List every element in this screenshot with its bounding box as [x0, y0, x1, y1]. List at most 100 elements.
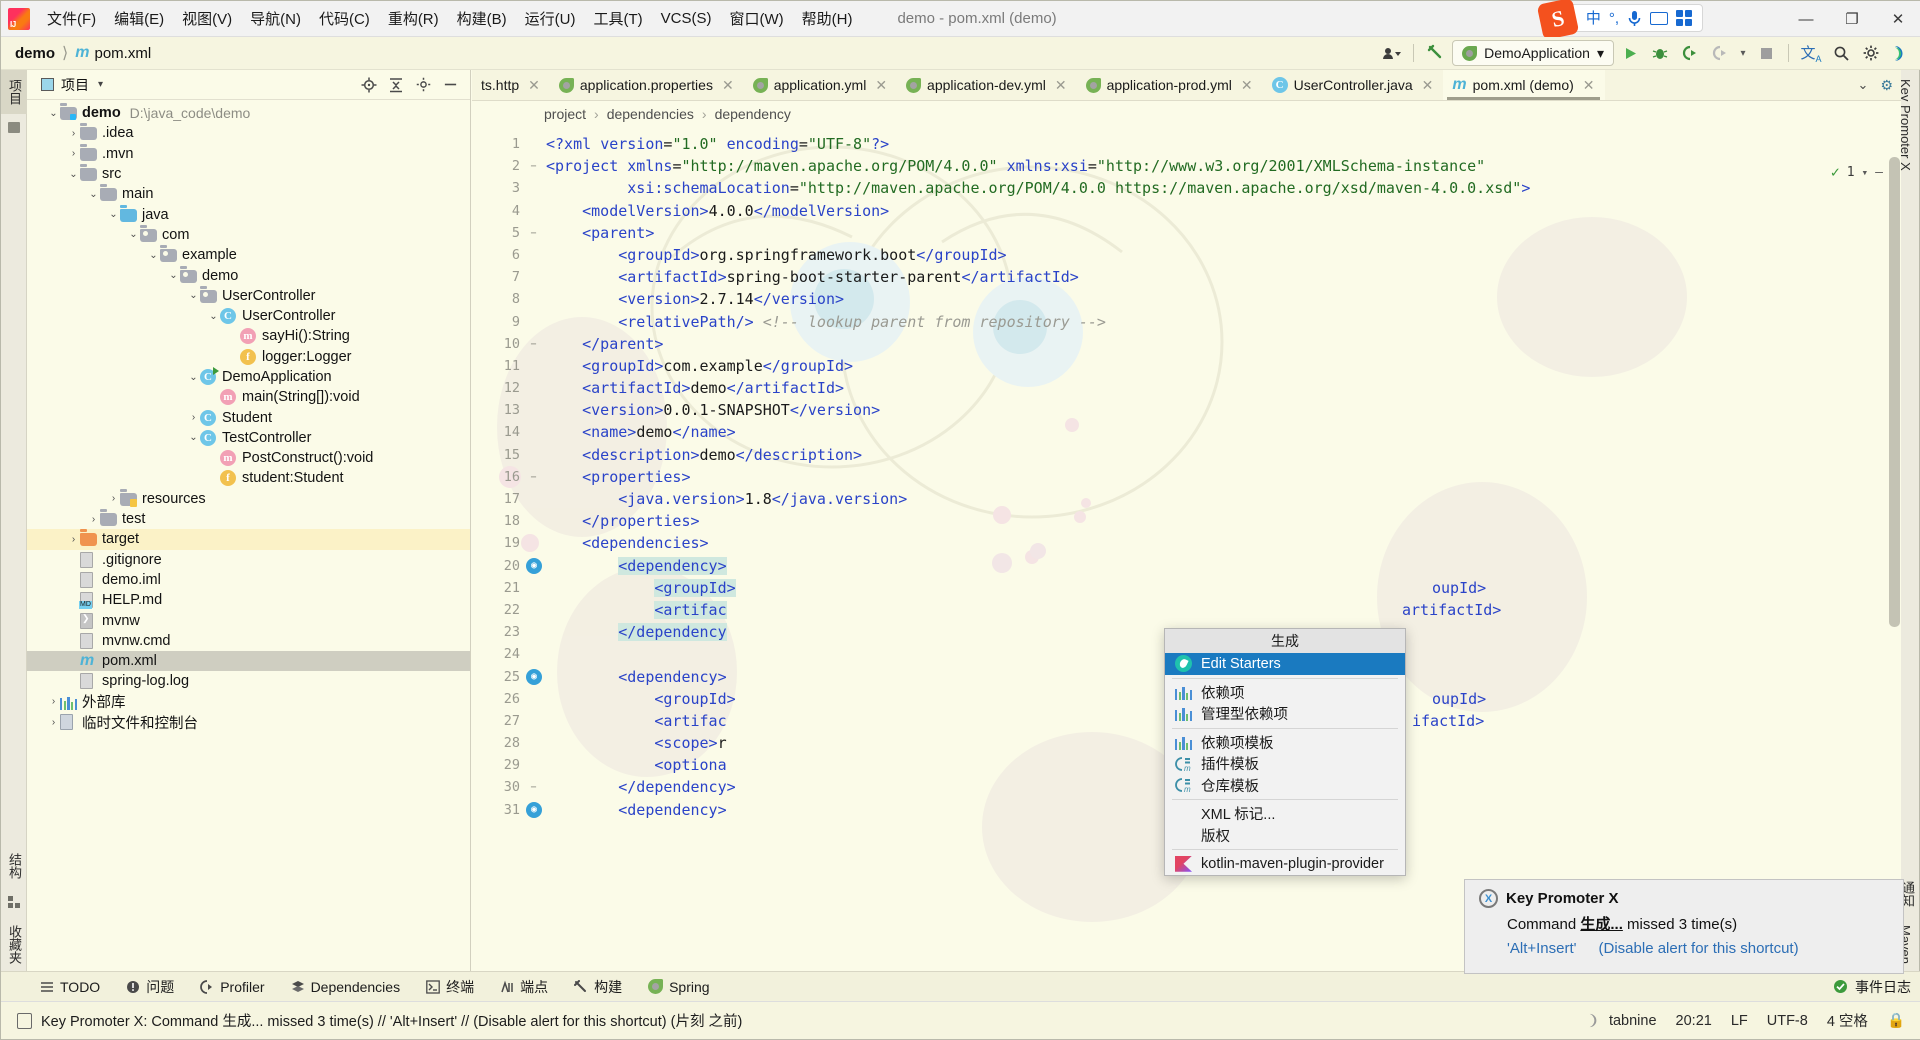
code-line-13[interactable]: <version>0.0.1-SNAPSHOT</version> — [546, 399, 1877, 421]
maven-run-gutter-icon[interactable]: ◉ — [526, 801, 542, 818]
close-icon[interactable]: ✕ — [528, 77, 540, 94]
status-indent[interactable]: 4 空格 — [1827, 1010, 1868, 1031]
editor-vertical-scrollbar[interactable] — [1889, 157, 1900, 627]
menu-view[interactable]: 视图(V) — [173, 5, 241, 32]
fold-toggle-icon[interactable]: − — [528, 782, 539, 793]
notification-disable-link[interactable]: (Disable alert for this shortcut) — [1599, 940, 1799, 957]
tree-node-sayhi-string[interactable]: ›msayHi():String — [27, 326, 470, 346]
status-message-icon[interactable] — [17, 1012, 32, 1029]
tool-button-problems[interactable]: 问题 — [113, 977, 187, 997]
chevron-down-icon[interactable]: ⌄ — [187, 290, 200, 301]
code-line-17[interactable]: <java.version>1.8</java.version> — [546, 488, 1877, 510]
popup-item-版权[interactable]: 版权 — [1165, 825, 1405, 847]
key-promoter-notification[interactable]: X Key Promoter X Command 生成... missed 3 … — [1464, 879, 1904, 974]
hide-panel-icon[interactable] — [439, 74, 461, 96]
tree-node-src[interactable]: ⌄ src — [27, 164, 470, 184]
generate-popup-menu[interactable]: 生成 Edit Starters 依赖项 管理型依赖项 依赖项模板 m 插件模板 m 仓库模板… — [1164, 628, 1406, 876]
code-line-5[interactable]: <parent> — [546, 222, 1877, 244]
tree-node-example[interactable]: ⌄ example — [27, 245, 470, 265]
translate-icon[interactable]: 文A — [1797, 40, 1825, 66]
stripe-grid-icon[interactable] — [8, 896, 20, 908]
tree-node-testcontroller[interactable]: ⌄ C TestController — [27, 428, 470, 448]
tool-button-endpoints[interactable]: 端点 — [487, 977, 561, 997]
code-line-14[interactable]: <name>demo</name> — [546, 421, 1877, 443]
stop-button[interactable] — [1752, 40, 1780, 66]
maven-run-gutter-icon[interactable]: ◉ — [526, 668, 542, 685]
event-log-label[interactable]: 事件日志 — [1855, 977, 1911, 997]
tree-node-pom-xml[interactable]: ›mpom.xml — [27, 651, 470, 672]
tool-button-spring[interactable]: Spring — [635, 979, 722, 995]
gutter-line-31[interactable]: 31 ◉ — [472, 799, 546, 821]
close-icon[interactable]: ✕ — [1583, 77, 1595, 94]
gutter-line-20[interactable]: 20−◉ — [472, 555, 546, 577]
tree-node-java[interactable]: ⌄ java — [27, 204, 470, 224]
menu-refactor[interactable]: 重构(R) — [379, 5, 448, 32]
ime-punctuation-icon[interactable]: °, — [1609, 11, 1619, 26]
editor-tab-application-dev-yml[interactable]: application-dev.yml ✕ — [897, 70, 1077, 100]
menu-navigate[interactable]: 导航(N) — [241, 5, 310, 32]
gutter-line-2[interactable]: 2− — [472, 155, 546, 177]
gutter-line-22[interactable]: 22 — [472, 599, 546, 621]
editor-tab-ts-http[interactable]: ts.http ✕ — [472, 70, 550, 100]
menu-build[interactable]: 构建(B) — [448, 5, 516, 32]
chevron-right-icon[interactable]: › — [87, 514, 100, 525]
gutter-line-27[interactable]: 27 — [472, 710, 546, 732]
chevron-right-icon[interactable]: › — [107, 493, 120, 504]
fold-toggle-icon[interactable]: − — [528, 228, 539, 239]
chevron-down-icon[interactable]: ▾ — [1862, 166, 1869, 179]
more-icon[interactable]: — — [1875, 165, 1883, 180]
gutter-line-25[interactable]: 25−◉ — [472, 666, 546, 688]
chevron-down-icon[interactable]: ⌄ — [107, 209, 120, 220]
keyboard-icon[interactable] — [1650, 11, 1668, 25]
locate-icon[interactable] — [358, 74, 380, 96]
tree-node-help-md[interactable]: ›HELP.md — [27, 590, 470, 610]
code-line-2[interactable]: <project xmlns = "http://maven.apache.org/… — [546, 155, 1877, 177]
menu-code[interactable]: 代码(C) — [310, 5, 379, 32]
chevron-right-icon[interactable]: › — [47, 696, 60, 707]
chevron-right-icon[interactable]: › — [67, 148, 80, 159]
editor-gutter[interactable]: 12−345−678910−111213141516−17181920−◉212… — [472, 127, 546, 972]
gutter-line-12[interactable]: 12 — [472, 377, 546, 399]
tabs-overflow-icon[interactable]: ⌄ — [1850, 77, 1877, 93]
run-button[interactable] — [1616, 40, 1644, 66]
gutter-line-28[interactable]: 28 — [472, 732, 546, 754]
maximize-restore-button[interactable]: ❐ — [1829, 1, 1875, 37]
editor-tab-pom-xml-demo[interactable]: m pom.xml (demo) ✕ — [1443, 70, 1605, 100]
code-line-3[interactable]: xsi:schemaLocation="http://maven.apache.… — [546, 177, 1877, 199]
tool-button-dependencies[interactable]: Dependencies — [278, 979, 414, 995]
search-icon[interactable] — [1827, 40, 1855, 66]
gutter-line-10[interactable]: 10− — [472, 333, 546, 355]
tree-node-[interactable]: › 临时文件和控制台 — [27, 712, 470, 732]
tree-node-demo[interactable]: ⌄ demo — [27, 265, 470, 285]
run-with-coverage-button[interactable] — [1676, 40, 1704, 66]
debug-button[interactable] — [1646, 40, 1674, 66]
chevron-right-icon[interactable]: › — [187, 412, 200, 423]
profiler-button[interactable] — [1706, 40, 1734, 66]
status-encoding[interactable]: UTF-8 — [1767, 1013, 1808, 1029]
code-line-22[interactable]: <artifac — [546, 599, 1877, 621]
sogou-logo-icon[interactable]: S — [1536, 0, 1580, 41]
gutter-line-17[interactable]: 17 — [472, 488, 546, 510]
stripe-button-favorites[interactable]: 收藏夹 — [1, 916, 28, 973]
chevron-down-icon[interactable]: ⌄ — [167, 270, 180, 281]
close-icon[interactable]: ✕ — [1055, 77, 1067, 94]
tree-node-target[interactable]: › target — [27, 529, 470, 550]
tree-node-idea[interactable]: › .idea — [27, 123, 470, 143]
status-lock-icon[interactable]: 🔒 — [1887, 1012, 1905, 1029]
menu-run[interactable]: 运行(U) — [516, 5, 585, 32]
code-line-1[interactable]: <?xml version="1.0" encoding="UTF-8"?> — [546, 133, 1877, 155]
chevron-down-icon[interactable]: ⌄ — [147, 250, 160, 261]
user-dropdown-icon[interactable] — [1377, 40, 1405, 66]
popup-item-xml-标记[interactable]: XML 标记... — [1165, 803, 1405, 825]
menu-vcs[interactable]: VCS(S) — [652, 7, 721, 30]
status-tabnine[interactable]: tabnine — [1588, 1013, 1657, 1029]
code-line-4[interactable]: <modelVersion>4.0.0</modelVersion> — [546, 200, 1877, 222]
editor-tab-application-properties[interactable]: application.properties ✕ — [550, 70, 744, 100]
sogou-ime-toolbar[interactable]: S 中 °, — [1536, 0, 1703, 41]
menu-edit[interactable]: 编辑(E) — [105, 5, 173, 32]
menu-tools[interactable]: 工具(T) — [584, 5, 651, 32]
code-line-7[interactable]: <artifactId>spring-boot-starter-parent</… — [546, 266, 1877, 288]
tree-node-demoapplication[interactable]: ⌄ C DemoApplication — [27, 367, 470, 387]
tree-node-test[interactable]: › test — [27, 509, 470, 529]
tool-button-profiler[interactable]: Profiler — [187, 979, 277, 995]
